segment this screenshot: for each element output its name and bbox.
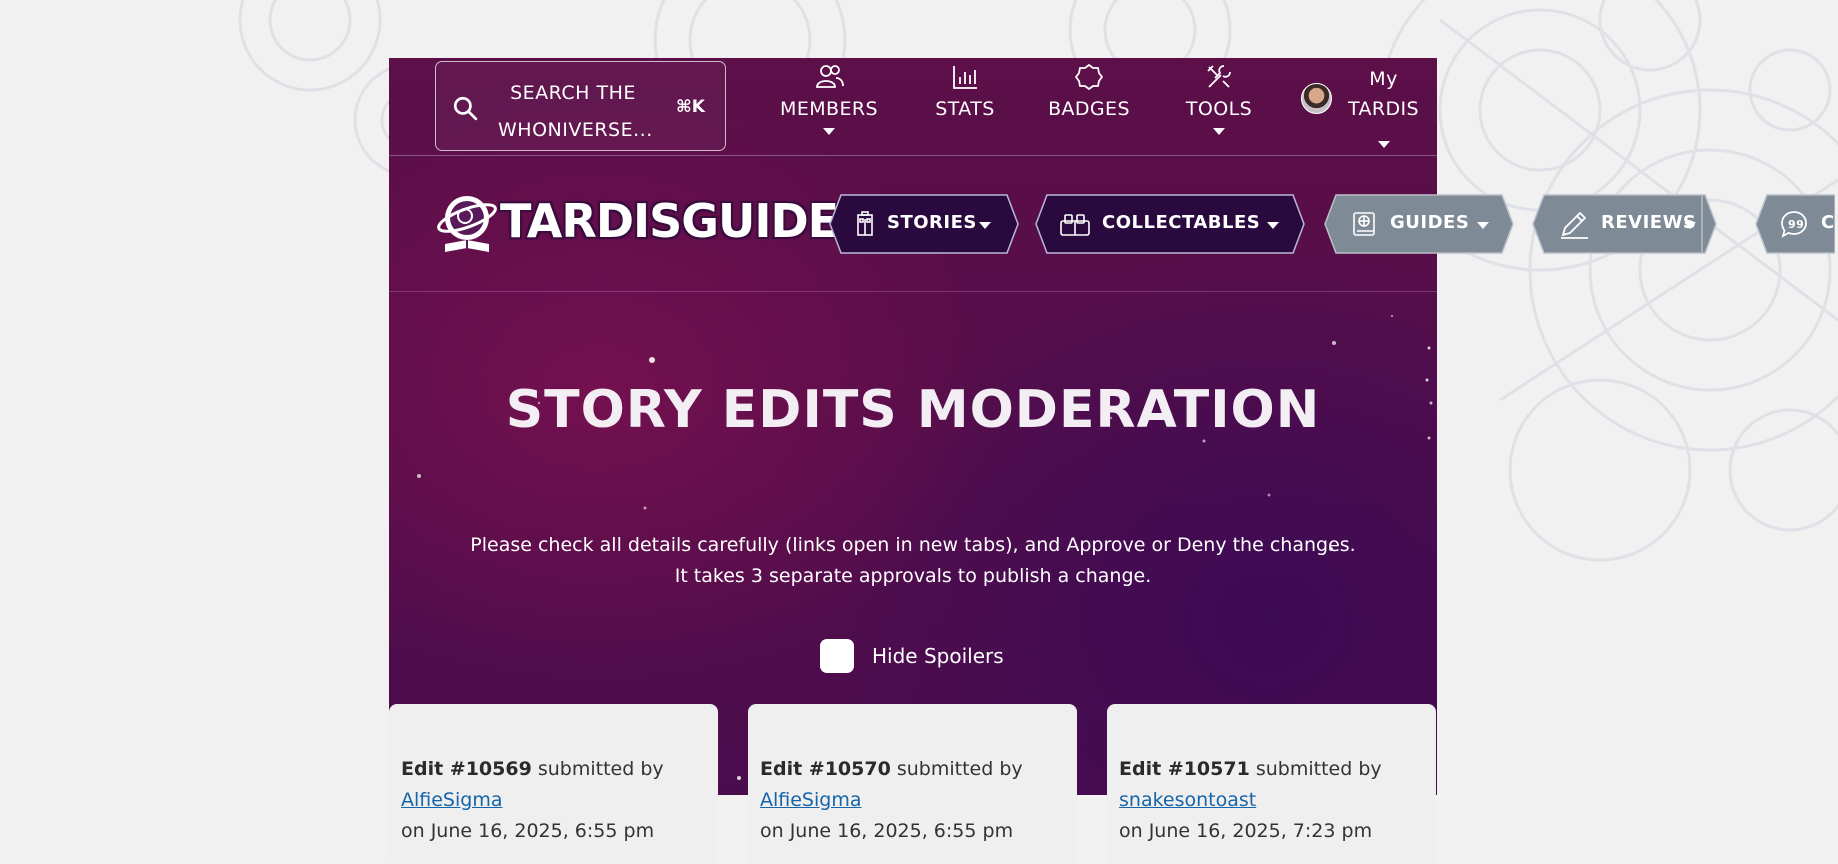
chevron-down-icon bbox=[1213, 128, 1225, 135]
edit-number: Edit #10571 bbox=[1119, 758, 1250, 780]
edit-card: Edit #10569 submitted by AlfieSigma on J… bbox=[389, 704, 718, 864]
nav-tools-label: TOOLS bbox=[1185, 98, 1253, 120]
search-icon bbox=[453, 96, 478, 121]
edit-date: on June 16, 2025, 7:23 pm bbox=[1119, 820, 1373, 842]
nav-my-tardis[interactable]: My TARDIS bbox=[1301, 58, 1431, 155]
edit-date: on June 16, 2025, 6:55 pm bbox=[401, 820, 655, 842]
nav-badges-label: BADGES bbox=[1048, 98, 1130, 120]
members-icon bbox=[816, 65, 844, 88]
user-link[interactable]: AlfieSigma bbox=[401, 785, 706, 816]
logo-emblem-icon bbox=[437, 196, 497, 252]
header-divider bbox=[389, 291, 1437, 292]
subtitle-line-1: Please check all details carefully (link… bbox=[470, 534, 1356, 556]
keyboard-shortcut: ⌘K bbox=[676, 97, 705, 117]
section-reviews-label: REVIEWS bbox=[1601, 212, 1697, 233]
submitted-by-text: submitted by bbox=[1255, 758, 1382, 780]
pencil-icon bbox=[1561, 211, 1588, 239]
edit-date: on June 16, 2025, 6:55 pm bbox=[760, 820, 1014, 842]
collectables-icon bbox=[1060, 214, 1090, 236]
submitted-by-text: submitted by bbox=[896, 758, 1023, 780]
edit-card: Edit #10571 submitted by snakesontoast o… bbox=[1107, 704, 1436, 864]
logo-text: TARDISGUIDE bbox=[500, 194, 839, 248]
user-link[interactable]: AlfieSigma bbox=[760, 785, 1065, 816]
page-subtitle: Please check all details carefully (link… bbox=[389, 530, 1437, 592]
chevron-down-icon bbox=[1477, 222, 1489, 229]
nav-members[interactable]: MEMBERS bbox=[774, 58, 884, 155]
user-link[interactable]: snakesontoast bbox=[1119, 785, 1424, 816]
nav-stats-label: STATS bbox=[935, 98, 995, 120]
edit-card: Edit #10570 submitted by AlfieSigma on J… bbox=[748, 704, 1077, 864]
nav-tools[interactable]: TOOLS bbox=[1169, 58, 1269, 155]
chevron-down-icon bbox=[1378, 141, 1390, 148]
page-title: STORY EDITS MODERATION bbox=[505, 380, 1321, 440]
chevron-down-icon bbox=[1684, 222, 1696, 229]
section-guides-button[interactable]: GUIDES bbox=[1324, 194, 1514, 254]
section-guides-label: GUIDES bbox=[1390, 212, 1470, 233]
stats-icon bbox=[953, 66, 977, 89]
chevron-down-icon bbox=[979, 222, 991, 229]
section-stories-label: STORIES bbox=[887, 212, 977, 233]
chevron-down-icon bbox=[823, 128, 835, 135]
hide-spoilers-label: Hide Spoilers bbox=[872, 644, 1004, 668]
nav-my-tardis-label: My TARDIS bbox=[1347, 68, 1420, 120]
hide-spoilers-checkbox[interactable] bbox=[820, 639, 854, 673]
tardis-icon bbox=[857, 211, 873, 236]
section-stories-button[interactable]: STORIES bbox=[829, 194, 1019, 254]
badge-icon bbox=[1074, 63, 1104, 91]
edit-card-header: Edit #10570 submitted by bbox=[760, 758, 1023, 780]
quote-bubble-icon: 99 bbox=[1781, 211, 1807, 238]
guide-book-icon bbox=[1353, 212, 1375, 236]
section-quotes-label: C bbox=[1821, 212, 1835, 233]
search-label: SEARCH THE WHONIVERSE... bbox=[498, 82, 653, 141]
search-button[interactable]: SEARCH THE WHONIVERSE... ⌘K bbox=[435, 61, 726, 151]
nav-badges[interactable]: BADGES bbox=[1039, 58, 1139, 155]
tools-icon bbox=[1207, 65, 1231, 88]
section-collectables-label: COLLECTABLES bbox=[1102, 212, 1261, 233]
nav-stats[interactable]: STATS bbox=[925, 58, 1005, 155]
subtitle-line-2: It takes 3 separate approvals to publish… bbox=[674, 565, 1152, 587]
edit-number: Edit #10569 bbox=[401, 758, 532, 780]
section-collectables-button[interactable]: COLLECTABLES bbox=[1035, 194, 1305, 254]
submitted-by-text: submitted by bbox=[537, 758, 664, 780]
avatar bbox=[1301, 83, 1332, 114]
nav-members-label: MEMBERS bbox=[780, 98, 878, 120]
section-quotes-button[interactable]: 99 C bbox=[1755, 194, 1835, 254]
top-navigation-bar: SEARCH THE WHONIVERSE... ⌘K MEMBERS STAT… bbox=[389, 58, 1437, 156]
edit-number: Edit #10570 bbox=[760, 758, 891, 780]
section-reviews-button[interactable]: REVIEWS bbox=[1532, 194, 1717, 254]
edit-card-header: Edit #10569 submitted by bbox=[401, 758, 664, 780]
site-frame: SEARCH THE WHONIVERSE... ⌘K MEMBERS STAT… bbox=[389, 58, 1835, 864]
svg-text:99: 99 bbox=[1788, 218, 1804, 231]
chevron-down-icon bbox=[1267, 222, 1279, 229]
edit-card-header: Edit #10571 submitted by bbox=[1119, 758, 1382, 780]
tardisguide-logo[interactable]: TARDISGUIDE bbox=[435, 188, 839, 256]
